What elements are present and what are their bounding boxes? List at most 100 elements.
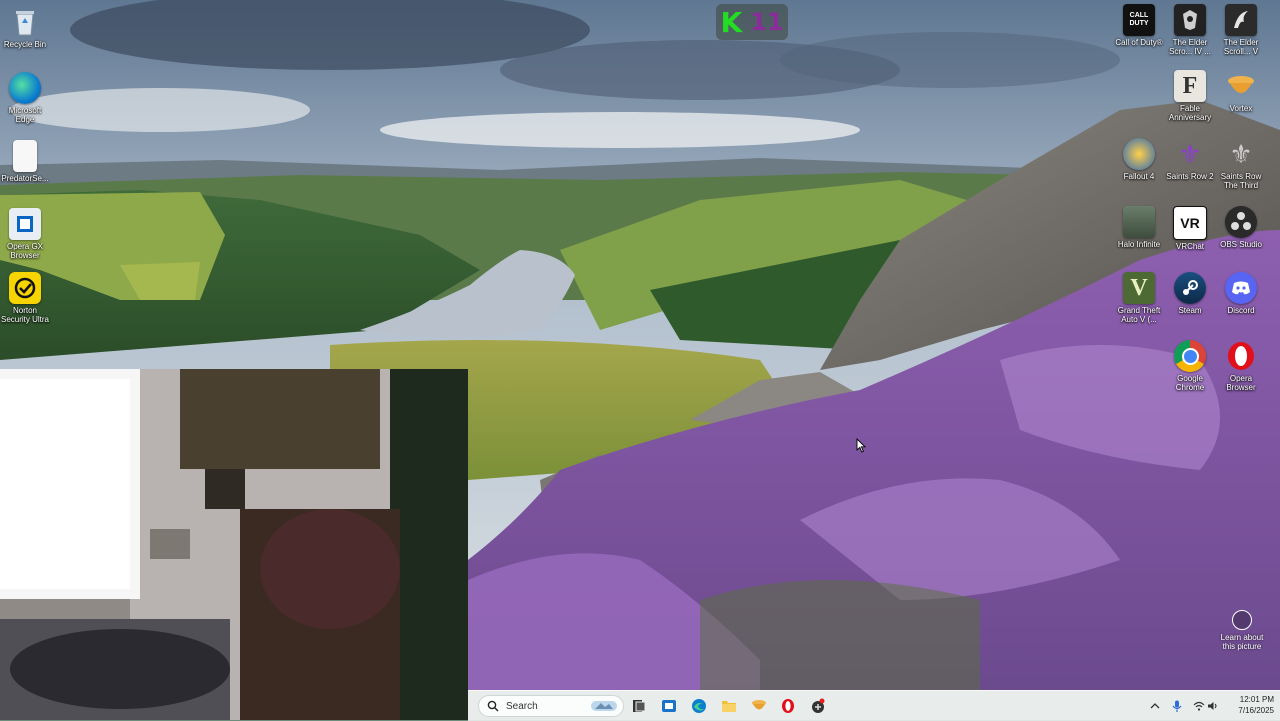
- vrchat-icon: VR: [1173, 206, 1207, 240]
- fallout4-icon: [1123, 138, 1155, 170]
- taskbar-edge[interactable]: [690, 697, 708, 715]
- desktop-icon-label: Google Chrome: [1175, 374, 1205, 392]
- desktop-icon-label: Discord: [1227, 306, 1255, 315]
- desktop-icon-chrome[interactable]: Google Chrome: [1165, 340, 1215, 392]
- desktop-icon-predator[interactable]: PredatorSe...: [0, 140, 50, 183]
- webcam-feed: [0, 369, 468, 720]
- camera-icon: [1232, 610, 1252, 630]
- saints-row-third-icon: ⚜: [1229, 138, 1253, 169]
- microphone-icon: [1172, 700, 1182, 712]
- desktop-icon-vrchat[interactable]: VR VRChat: [1165, 206, 1215, 251]
- discord-icon: [1225, 272, 1257, 304]
- desktop-icon-label: OBS Studio: [1220, 240, 1262, 249]
- taskbar-game[interactable]: [809, 697, 827, 715]
- desktop-icon-call-of-duty[interactable]: CALL DUTY Call of Duty®: [1114, 4, 1164, 47]
- call-of-duty-icon: CALL DUTY: [1123, 4, 1155, 36]
- norton-icon: [9, 272, 41, 304]
- task-view-button[interactable]: [630, 697, 648, 715]
- desktop-icon-label: VRChat: [1175, 242, 1204, 251]
- badge-number: 11: [750, 8, 784, 36]
- desktop-icon-label: Norton Security Ultra: [0, 306, 49, 324]
- desktop-icon-edge[interactable]: Microsoft Edge: [0, 72, 50, 124]
- webcam-overlay: [0, 369, 468, 720]
- learn-about-picture-label: Learn about this picture: [1220, 633, 1264, 651]
- desktop-icon-opera[interactable]: Opera Browser: [1216, 340, 1266, 392]
- elder-scrolls-v-icon: [1225, 4, 1257, 36]
- opera-gx-icon: [9, 208, 41, 240]
- search-icon: [487, 700, 499, 712]
- desktop-icon-label: PredatorSe...: [1, 174, 49, 183]
- opera-icon: [782, 699, 794, 713]
- desktop-icon-obs[interactable]: OBS Studio: [1216, 206, 1266, 249]
- desktop-icon-fable[interactable]: F Fable Anniversary: [1165, 70, 1215, 122]
- desktop-icon-halo[interactable]: Halo Infinite: [1114, 206, 1164, 249]
- desktop-icon-elder-scrolls-iv[interactable]: The Elder Scro... IV ...: [1165, 4, 1215, 56]
- vortex-icon: [752, 700, 766, 710]
- wifi-icon: [1193, 701, 1205, 711]
- desktop-icon-label: Opera GX Browser: [6, 242, 43, 260]
- chevron-up-icon: [1150, 703, 1160, 709]
- chrome-icon: [1174, 340, 1206, 372]
- steam-icon: [1174, 272, 1206, 304]
- taskbar-clock[interactable]: 12:01 PM 7/16/2025: [1220, 694, 1274, 716]
- desktop-icon-label: Recycle Bin: [3, 40, 47, 49]
- mouse-cursor-icon: [856, 438, 866, 453]
- desktop-icon-steam[interactable]: Steam: [1165, 272, 1215, 315]
- clock-date: 7/16/2025: [1238, 706, 1274, 715]
- recycle-bin-icon: [9, 6, 41, 38]
- edge-icon: [9, 72, 41, 104]
- taskbar-opera[interactable]: [779, 697, 797, 715]
- desktop-icon-label: Saints Row The Third: [1220, 172, 1262, 190]
- halo-icon: [1123, 206, 1155, 238]
- gta5-icon: V: [1123, 272, 1155, 304]
- desktop-icon-label: Fallout 4: [1123, 172, 1155, 181]
- tray-wifi[interactable]: [1192, 699, 1206, 713]
- learn-about-picture[interactable]: Learn about this picture: [1214, 610, 1270, 651]
- badge-letter: K: [720, 5, 743, 39]
- taskbar-search-box[interactable]: Search: [478, 695, 624, 717]
- fable-icon: F: [1174, 70, 1206, 102]
- desktop-icon-label: Microsoft Edge: [8, 106, 42, 124]
- clock-time: 12:01 PM: [1239, 695, 1274, 704]
- desktop-icon-label: Saints Row 2: [1166, 172, 1214, 181]
- taskbar-file-explorer[interactable]: [720, 697, 738, 715]
- desktop-icon-label: Vortex: [1229, 104, 1253, 113]
- opera-icon: [1225, 340, 1257, 372]
- desktop-icon-saints-row-third[interactable]: ⚜ Saints Row The Third: [1216, 138, 1266, 191]
- tray-microphone[interactable]: [1170, 699, 1184, 713]
- desktop-icon-elder-scrolls-v[interactable]: The Elder Scroll... V: [1216, 4, 1266, 56]
- vortex-icon: [1225, 70, 1257, 102]
- desktop-icon-saints-row2[interactable]: ⚜ Saints Row 2: [1165, 138, 1215, 182]
- overlay-badge: K 11: [716, 4, 788, 40]
- desktop-icon-label: Fable Anniversary: [1168, 104, 1212, 122]
- desktop-icon-discord[interactable]: Discord: [1216, 272, 1266, 315]
- obs-icon: [1225, 206, 1257, 238]
- task-view-icon: [633, 700, 646, 712]
- desktop-icon-vortex[interactable]: Vortex: [1216, 70, 1266, 113]
- taskbar-store[interactable]: [660, 697, 678, 715]
- desktop-icon-recycle-bin[interactable]: Recycle Bin: [0, 6, 50, 49]
- desktop-icon-label: Opera Browser: [1226, 374, 1256, 392]
- search-highlight-icon: [591, 701, 617, 711]
- store-icon: [662, 700, 676, 712]
- desktop-icon-label: The Elder Scro... IV ...: [1169, 38, 1211, 56]
- desktop-icon-norton[interactable]: Norton Security Ultra: [0, 272, 50, 324]
- file-icon: [13, 140, 37, 172]
- desktop-icon-label: The Elder Scroll... V: [1223, 38, 1259, 56]
- desktop-icon-label: Steam: [1178, 306, 1202, 315]
- taskbar-vortex[interactable]: [750, 697, 768, 715]
- edge-icon: [692, 699, 706, 713]
- search-placeholder: Search: [506, 700, 538, 712]
- volume-icon: [1208, 702, 1217, 710]
- game-icon: [812, 698, 825, 713]
- desktop-icon-label: Halo Infinite: [1117, 240, 1161, 249]
- taskbar: Search 12:01 PM 7/16/2025: [468, 690, 1280, 721]
- tray-volume[interactable]: [1206, 699, 1220, 713]
- tray-overflow[interactable]: [1148, 699, 1162, 713]
- desktop-icon-gta5[interactable]: V Grand Theft Auto V (...: [1114, 272, 1164, 324]
- desktop-icon-label: Call of Duty®: [1115, 38, 1163, 47]
- saints-row2-icon: ⚜: [1178, 138, 1202, 169]
- elder-scrolls-iv-icon: [1174, 4, 1206, 36]
- desktop-icon-opera-gx[interactable]: Opera GX Browser: [0, 208, 50, 260]
- desktop-icon-fallout4[interactable]: Fallout 4: [1114, 138, 1164, 181]
